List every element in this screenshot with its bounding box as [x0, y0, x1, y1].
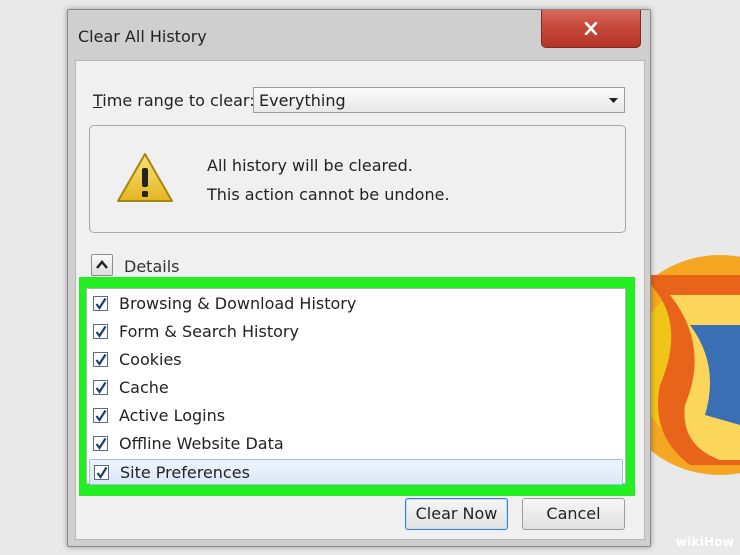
checkmark-icon	[96, 466, 108, 479]
checkbox[interactable]	[93, 408, 108, 423]
close-button[interactable]	[541, 10, 641, 48]
title-bar: Clear All History	[68, 10, 650, 60]
checkbox[interactable]	[93, 352, 108, 367]
history-item-label: Offline Website Data	[119, 434, 284, 453]
checkmark-icon	[95, 437, 107, 450]
history-item-row[interactable]: Browsing & Download History	[89, 291, 623, 317]
checkmark-icon	[95, 381, 107, 394]
checkmark-icon	[95, 325, 107, 338]
chevron-up-icon	[96, 260, 108, 269]
warning-line-1: All history will be cleared.	[207, 156, 413, 175]
time-range-label: Time range to clear:	[93, 91, 255, 110]
history-item-label: Cookies	[119, 350, 182, 369]
chevron-down-icon	[609, 98, 618, 103]
history-item-row[interactable]: Cookies	[89, 347, 623, 373]
checkbox[interactable]	[93, 296, 108, 311]
history-item-row[interactable]: Active Logins	[89, 403, 623, 429]
warning-box: All history will be cleared. This action…	[89, 125, 626, 233]
checkbox[interactable]	[93, 436, 108, 451]
details-toggle-button[interactable]	[91, 254, 113, 276]
history-item-label: Form & Search History	[119, 322, 299, 341]
details-label: Details	[124, 257, 180, 276]
history-item-row[interactable]: Offline Website Data	[89, 431, 623, 457]
history-item-label: Cache	[119, 378, 169, 397]
checkmark-icon	[95, 409, 107, 422]
checkmark-icon	[95, 297, 107, 310]
history-item-row[interactable]: Form & Search History	[89, 319, 623, 345]
checkbox[interactable]	[93, 324, 108, 339]
clear-now-button[interactable]: Clear Now	[405, 498, 508, 530]
dialog-title: Clear All History	[78, 27, 207, 46]
close-icon	[584, 22, 598, 35]
history-item-row[interactable]: Cache	[89, 375, 623, 401]
history-item-row[interactable]: Site Preferences	[89, 459, 623, 485]
warning-line-2: This action cannot be undone.	[207, 185, 450, 204]
history-item-label: Browsing & Download History	[119, 294, 357, 313]
checkbox[interactable]	[94, 465, 109, 480]
dialog-content: Time range to clear: Everything All hist…	[75, 60, 645, 540]
checkbox[interactable]	[93, 380, 108, 395]
clear-history-dialog: Clear All History Time range to clear: E…	[67, 9, 651, 547]
time-range-select[interactable]: Everything	[253, 87, 625, 113]
time-range-value: Everything	[259, 91, 346, 110]
checkmark-icon	[95, 353, 107, 366]
cancel-button[interactable]: Cancel	[522, 498, 625, 530]
history-item-label: Site Preferences	[120, 463, 250, 482]
history-item-label: Active Logins	[119, 406, 226, 425]
warning-icon	[117, 153, 173, 202]
wikihow-watermark: wikiHow	[675, 535, 734, 549]
history-items-list: Browsing & Download History Form & Search…	[86, 288, 626, 485]
